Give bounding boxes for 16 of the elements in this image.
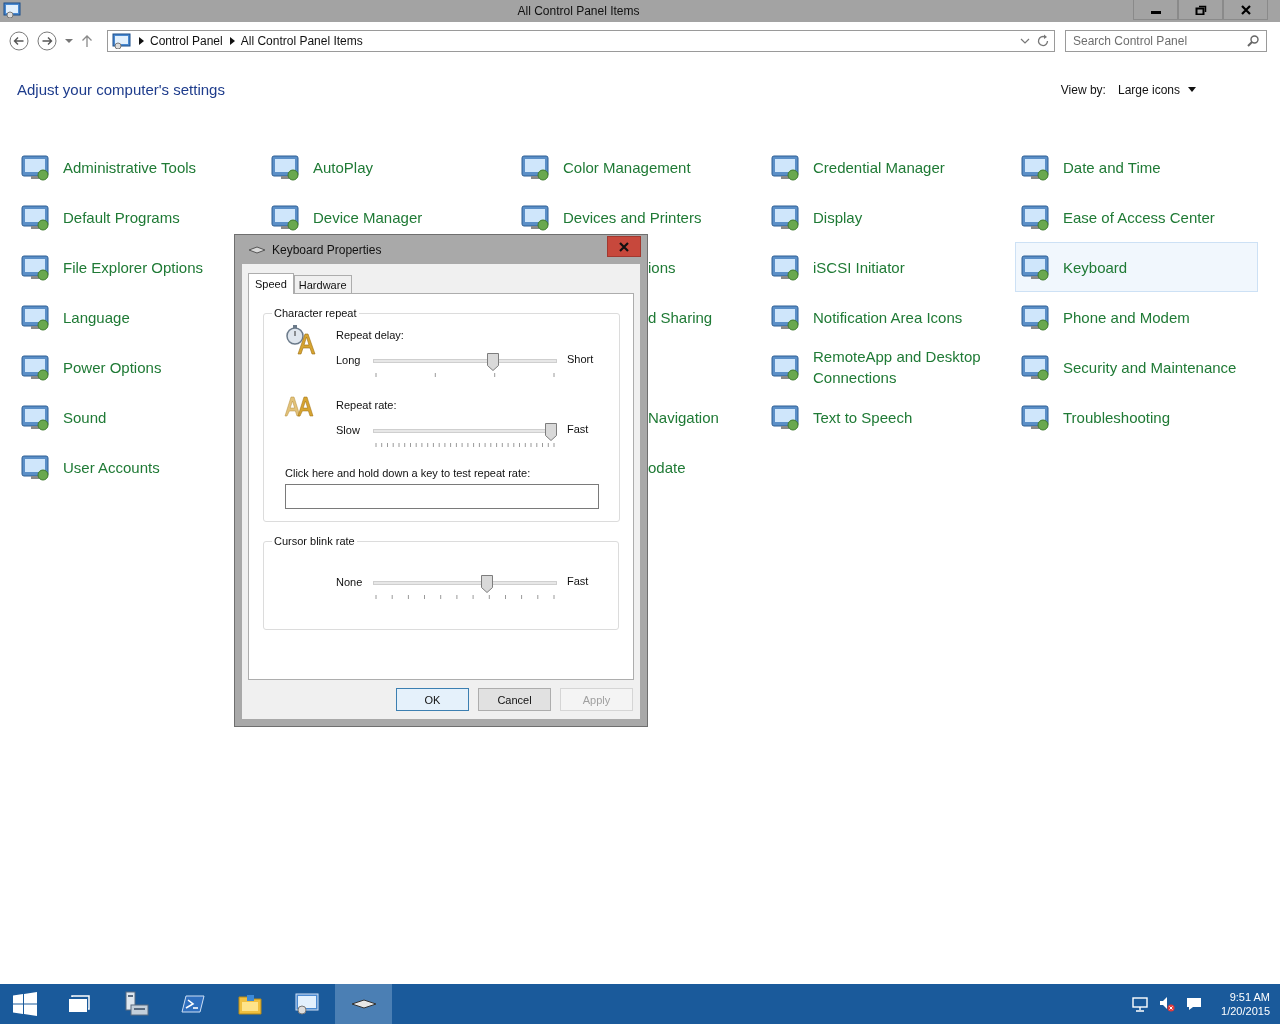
slider-min-label: Slow (336, 423, 361, 437)
window-title: All Control Panel Items (516, 3, 641, 20)
group-title: Cursor blink rate (273, 535, 356, 547)
slider-max-label: Fast (567, 575, 589, 587)
slider-max-label: Short (567, 353, 594, 365)
field-label: Click here and hold down a key to test repeat rate: (285, 467, 532, 479)
slider-min-label: None (336, 575, 363, 589)
slider-min-label: Long (336, 353, 362, 367)
dialog-title: Keyboard Properties (272, 242, 383, 257)
slider-label: Repeat delay: (336, 329, 405, 341)
dialog-button: Apply (560, 688, 633, 711)
view-by-label: View by: (1060, 82, 1106, 97)
slider-label: Repeat rate: (336, 399, 398, 411)
page-heading: Adjust your computer's settings (17, 81, 225, 98)
slider-max-label: Fast (567, 423, 589, 435)
group-title: Character repeat (273, 307, 358, 319)
